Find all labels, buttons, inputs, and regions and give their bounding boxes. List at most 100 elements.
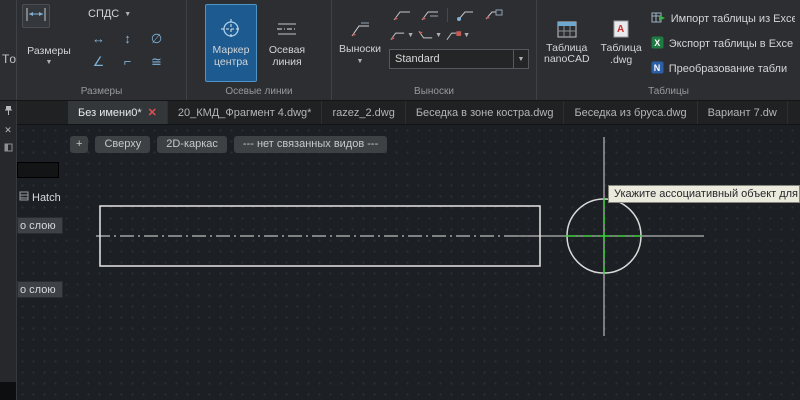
dimensions-dropdown-label: Размеры [27,44,71,57]
dim-baseline-button[interactable]: ⌐ [113,50,142,73]
dim-tolerance-icon: ≅ [151,53,162,69]
tooltip-text: Укажите ассоциативный объект для [614,188,799,200]
axis-line-label: Осевая линия [268,44,306,68]
properties-bylayer-combobox-2[interactable]: о слою [17,281,63,298]
left-dock-strip: ✕ [0,101,17,400]
chevron-down-icon: ▼ [463,32,470,39]
tab-document-besedka-kostra[interactable]: Беседка в зоне костра.dwg [406,101,565,124]
convert-tables-icon: N [651,61,664,77]
bylayer-value: о слою [20,283,56,296]
dock-footer-block [0,382,16,400]
svg-text:X: X [654,37,660,47]
tab-document-kmd-fragment[interactable]: 20_КМД_Фрагмент 4.dwg* [168,101,323,124]
linear-dimension-button[interactable] [22,4,50,28]
dim-diameter-button[interactable]: ∅ [142,27,171,50]
ribbon: Тo Размеры ▼ СПДС ▼ ↔ ↕ ∅ ∠ ⌐ ≅ Размеры … [0,0,800,101]
leader-chain-button[interactable] [481,6,506,24]
leader-simple-button[interactable] [389,6,414,24]
leader-simple-icon [393,11,410,20]
tab-label: Без имени0* [78,106,142,119]
table-nanocad-button[interactable]: Таблица nanoCAD [542,4,592,82]
convert-tables-button[interactable]: N Преобразование табли [651,57,795,80]
leader-remove-icon [418,30,433,39]
leader-node-button[interactable] [453,6,478,24]
main-area: ✕ Без имени0* ✕ 20_КМД_Фрагмент 4.dwg* r… [0,101,800,400]
table-dwg-button[interactable]: A Таблица .dwg [598,4,645,82]
dim-angle-icon: ∠ [92,53,105,69]
drawing-geometry [96,137,704,336]
viewport-linked-label: --- нет связанных видов --- [242,138,379,150]
leader-multi-icon [421,11,438,20]
properties-row-hatch[interactable]: Hatch [17,190,61,205]
svg-text:N: N [654,62,661,72]
dim-horizontal-icon: ↔ [92,31,105,46]
export-excel-icon: X [651,36,664,52]
leaders-dropdown-label: Выноски [339,43,381,56]
axis-line-button[interactable]: Осевая линия [261,4,313,82]
properties-palette-clipped: Hatch о слою о слою [17,125,63,400]
dim-tolerance-button[interactable]: ≅ [142,50,171,73]
chevron-down-icon: ▼ [356,57,364,65]
bylayer-value: о слою [20,219,56,232]
leader-add-button[interactable]: ▼ [389,27,414,45]
linear-dimension-icon [25,7,47,25]
drawing-canvas[interactable]: + Сверху 2D-каркас --- нет связанных вид… [17,125,800,400]
viewport-controls: + Сверху 2D-каркас --- нет связанных вид… [70,136,388,153]
ribbon-group-leaders: Выноски ▼ ▼ ▼ ▼ Standard ▼ Выноски [332,0,537,100]
leader-style-value: Standard [395,53,440,65]
tab-label: Беседка в зоне костра.dwg [415,106,554,119]
leader-remove-button[interactable]: ▼ [417,27,442,45]
hatch-icon [19,191,29,204]
center-marker-label: Маркер центра [212,44,250,68]
center-marker-button[interactable]: Маркер центра [205,4,257,82]
export-table-button[interactable]: X Экспорт таблицы в Exce [651,32,795,55]
viewport-visual-style-button[interactable]: 2D-каркас [157,136,227,153]
table-nanocad-label: Таблица nanoCAD [544,41,590,65]
viewport-view-button[interactable]: Сверху [95,136,151,153]
work-column: Без имени0* ✕ 20_КМД_Фрагмент 4.dwg* raz… [17,101,800,400]
tab-close-icon[interactable]: ✕ [148,106,157,119]
ribbon-group-axis-lines: Маркер центра Осевая линия Осевые линии [187,0,332,100]
leader-multi-button[interactable] [417,6,442,24]
close-icon[interactable]: ✕ [4,126,12,135]
dim-horizontal-button[interactable]: ↔ [84,27,113,50]
spds-dropdown-label: СПДС [88,8,120,20]
spds-dropdown-button[interactable]: СПДС ▼ [84,4,171,24]
leader-align-button[interactable]: ▼ [445,27,470,45]
axis-line-icon [276,18,298,43]
import-table-label: Импорт таблицы из Exce [670,12,795,25]
chevron-down-icon: ▼ [45,59,53,67]
properties-bylayer-combobox-1[interactable]: о слою [17,217,63,234]
leader-chain-icon [485,9,502,19]
panel-handle-icon[interactable] [4,143,13,154]
viewport-add-button[interactable]: + [70,136,89,153]
pin-icon[interactable] [4,105,13,118]
tab-label: Беседка из бруса.dwg [574,106,687,119]
ribbon-group-dimensions: Размеры ▼ СПДС ▼ ↔ ↕ ∅ ∠ ⌐ ≅ Размеры [17,0,187,100]
import-table-button[interactable]: Импорт таблицы из Exce [651,7,795,30]
leader-align-icon [446,31,462,41]
viewport-linked-views-button[interactable]: --- нет связанных видов --- [233,136,388,153]
group-label-leaders: Выноски [414,86,454,97]
leaders-dropdown-button[interactable]: Выноски ▼ [337,4,383,82]
dimensions-dropdown-button[interactable]: Размеры ▼ [22,34,76,78]
tab-document-variant7[interactable]: Вариант 7.dw [698,101,788,124]
combobox-dropdown-button[interactable]: ▼ [513,50,528,68]
chevron-down-icon: ▼ [517,55,525,63]
table-dwg-icon: A [612,20,630,41]
dim-angle-button[interactable]: ∠ [84,50,113,73]
chevron-down-icon: ▼ [124,10,132,18]
leader-style-combobox[interactable]: Standard ▼ [389,49,529,69]
tab-document-untitled[interactable]: Без имени0* ✕ [68,101,168,124]
tab-document-razez[interactable]: razez_2.dwg [322,101,406,124]
svg-text:A: A [617,24,624,35]
convert-tables-label: Преобразование табли [668,62,788,75]
chevron-down-icon: ▼ [435,32,442,39]
ribbon-group-tables: Таблица nanoCAD A Таблица .dwg Импорт та… [537,0,800,100]
dim-vertical-button[interactable]: ↕ [113,27,142,50]
tab-label: Вариант 7.dw [707,106,777,119]
viewport-view-label: Сверху [104,138,142,150]
leader-icon [349,21,371,42]
tab-document-besedka-brusa[interactable]: Беседка из бруса.dwg [564,101,698,124]
properties-input-field[interactable] [17,162,59,178]
